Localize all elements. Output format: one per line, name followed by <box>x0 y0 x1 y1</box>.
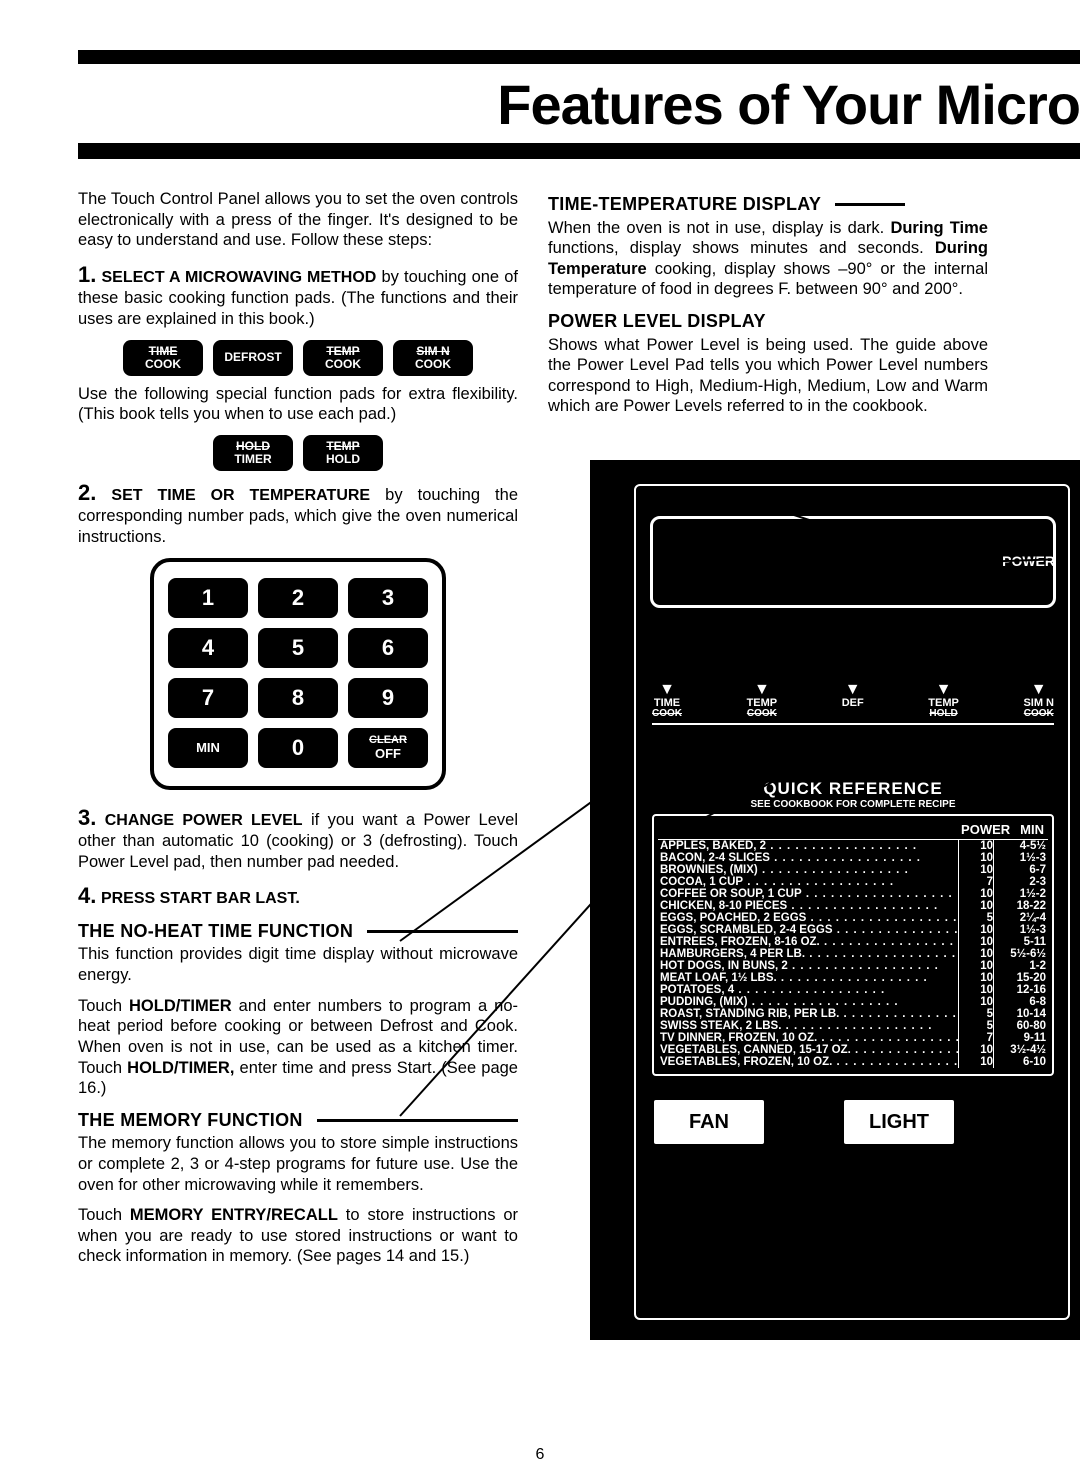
left-column: The Touch Control Panel allows you to se… <box>78 189 518 1277</box>
numpad-key[interactable]: 5 <box>258 628 338 668</box>
quick-ref-row: PUDDING, (MIX)106-8 <box>658 996 1048 1008</box>
quick-ref-row: SWISS STEAK, 2 LBS.560-80 <box>658 1020 1048 1032</box>
step-3-num: 3. <box>78 805 96 830</box>
step-1-num: 1. <box>78 262 96 287</box>
quick-ref-row: HOT DOGS, IN BUNS, 2101-2 <box>658 960 1048 972</box>
step-4-head: PRESS START BAR LAST. <box>101 890 300 907</box>
step-2-num: 2. <box>78 480 96 505</box>
pld-title-text: POWER LEVEL DISPLAY <box>548 310 766 333</box>
quick-ref-headers: POWER MIN <box>658 820 1048 840</box>
function-pad[interactable]: TEMPCOOK <box>303 340 383 376</box>
quick-ref-row: BACON, 2-4 SLICES101½-3 <box>658 852 1048 864</box>
quick-ref-row: APPLES, BAKED, 2104-5½ <box>658 840 1048 852</box>
quick-ref-row: TV DINNER, FROZEN, 10 OZ.79-11 <box>658 1032 1048 1044</box>
mid-rule <box>78 143 1080 159</box>
memory-title-text: THE MEMORY FUNCTION <box>78 1109 303 1132</box>
quick-ref-row: VEGETABLES, FROZEN, 10 OZ.106-10 <box>658 1056 1048 1068</box>
quick-ref-row: MEAT LOAF, 1½ LBS.1015-20 <box>658 972 1048 984</box>
function-pad[interactable]: DEFROST <box>213 340 293 376</box>
step-3: 3. CHANGE POWER LEVEL if you want a Powe… <box>78 804 518 873</box>
quick-ref-row: POTATOES, 41012-16 <box>658 984 1048 996</box>
numpad-key[interactable]: 9 <box>348 678 428 718</box>
function-pads-row-1: TIMECOOK DEFROST TEMPCOOK SIM NCOOK <box>78 340 518 376</box>
memory-rule <box>317 1119 518 1122</box>
mode-indicator: ▼TIMECOOK <box>652 682 682 719</box>
panel-buttons: FAN LIGHT <box>654 1100 1052 1144</box>
noheat-p2: Touch HOLD/TIMER and enter numbers to pr… <box>78 996 518 1099</box>
mode-indicator: ▼TEMPCOOK <box>747 682 778 719</box>
step-1: 1. SELECT A MICROWAVING METHOD by touchi… <box>78 261 518 330</box>
numpad-key[interactable]: 1 <box>168 578 248 618</box>
numpad-key[interactable]: 7 <box>168 678 248 718</box>
numpad-key[interactable]: 2 <box>258 578 338 618</box>
number-pad: 123 456 789 MIN0CLEAROFF <box>150 558 446 790</box>
ttd-title-text: TIME-TEMPERATURE DISPLAY <box>548 193 821 216</box>
step-2: 2. SET TIME OR TEMPERATURE by touching t… <box>78 479 518 548</box>
step-4: 4. PRESS START BAR LAST. <box>78 882 518 910</box>
light-button[interactable]: LIGHT <box>844 1100 954 1144</box>
quick-ref-row: EGGS, SCRAMBLED, 2-4 EGGS101½-3 <box>658 924 1048 936</box>
fan-button[interactable]: FAN <box>654 1100 764 1144</box>
function-pad[interactable]: SIM NCOOK <box>393 340 473 376</box>
page: Features of Your Micro The Touch Control… <box>0 0 1080 1482</box>
pld-title: POWER LEVEL DISPLAY <box>548 310 988 333</box>
quick-ref-row: ROAST, STANDING RIB, PER LB.510-14 <box>658 1008 1048 1020</box>
ttd-p1: When the oven is not in use, display is … <box>548 218 988 301</box>
function-pad[interactable]: HOLDTIMER <box>213 435 293 471</box>
intro-text: The Touch Control Panel allows you to se… <box>78 189 518 251</box>
qr-head-min: MIN <box>1020 822 1044 837</box>
function-pads-row-2: HOLDTIMER TEMPHOLD <box>78 435 518 471</box>
quick-ref-row: EGGS, POACHED, 2 EGGS52¼-4 <box>658 912 1048 924</box>
panel-inner: POWER ▼TIMECOOK ▼TEMPCOOK ▼DEF ▼TEMPHOLD ▼SI… <box>634 484 1070 1320</box>
page-number: 6 <box>536 1446 545 1464</box>
page-title: Features of Your Micro <box>78 72 1080 137</box>
step-1-head: SELECT A MICROWAVING METHOD <box>102 269 377 286</box>
ttd-title: TIME-TEMPERATURE DISPLAY <box>548 193 988 216</box>
quick-ref-row: CHICKEN, 8-10 PIECES1018-22 <box>658 900 1048 912</box>
quick-ref-row: COCOA, 1 CUP72-3 <box>658 876 1048 888</box>
numpad-key[interactable]: CLEAROFF <box>348 728 428 768</box>
mode-indicator: ▼TEMPHOLD <box>928 682 959 719</box>
mode-arrow-row: ▼TIMECOOK ▼TEMPCOOK ▼DEF ▼TEMPHOLD ▼SIM NCOO… <box>646 678 1060 719</box>
function-pad[interactable]: TEMPHOLD <box>303 435 383 471</box>
step-3-head: CHANGE POWER LEVEL <box>105 812 303 829</box>
numpad-key[interactable]: 4 <box>168 628 248 668</box>
noheat-title-text: THE NO-HEAT TIME FUNCTION <box>78 920 353 943</box>
mode-indicator: ▼SIM NCOOK <box>1023 682 1054 719</box>
numpad-key[interactable]: MIN <box>168 728 248 768</box>
mode-indicator: ▼DEF <box>842 682 864 719</box>
numpad-key[interactable]: 8 <box>258 678 338 718</box>
memory-p2: Touch MEMORY ENTRY/RECALL to store instr… <box>78 1205 518 1267</box>
ttd-rule <box>835 203 905 206</box>
quick-ref-table: POWER MIN APPLES, BAKED, 2104-5½BACON, 2… <box>652 814 1054 1076</box>
memory-p1: The memory function allows you to store … <box>78 1133 518 1195</box>
quick-ref-row: VEGETABLES, CANNED, 15-17 OZ.103½-4½ <box>658 1044 1048 1056</box>
memory-title: THE MEMORY FUNCTION <box>78 1109 518 1132</box>
noheat-rule <box>367 930 518 933</box>
quick-ref-row: HAMBURGERS, 4 PER LB.105½-6½ <box>658 948 1048 960</box>
quick-ref-title: QUICK REFERENCE <box>646 779 1060 799</box>
function-pad[interactable]: TIMECOOK <box>123 340 203 376</box>
quick-ref-row: ENTREES, FROZEN, 8-16 OZ.105-11 <box>658 936 1048 948</box>
noheat-p1: This function provides digit time displa… <box>78 944 518 985</box>
step-2-head: SET TIME OR TEMPERATURE <box>111 487 370 504</box>
step-4-num: 4. <box>78 883 96 908</box>
top-rule <box>78 50 1080 64</box>
numpad-key[interactable]: 3 <box>348 578 428 618</box>
numpad-key[interactable]: 6 <box>348 628 428 668</box>
numpad-key[interactable]: 0 <box>258 728 338 768</box>
qr-head-power: POWER <box>961 822 1010 837</box>
control-panel-illustration: POWER ▼TIMECOOK ▼TEMPCOOK ▼DEF ▼TEMPHOLD ▼SI… <box>590 460 1080 1340</box>
pads1-note: Use the following special function pads … <box>78 384 518 425</box>
quick-ref-row: COFFEE OR SOUP, 1 CUP101½-2 <box>658 888 1048 900</box>
pld-p1: Shows what Power Level is being used. Th… <box>548 335 988 418</box>
noheat-title: THE NO-HEAT TIME FUNCTION <box>78 920 518 943</box>
quick-ref-row: BROWNIES, (MIX)106-7 <box>658 864 1048 876</box>
quick-ref-sub: SEE COOKBOOK FOR COMPLETE RECIPE <box>646 799 1060 810</box>
